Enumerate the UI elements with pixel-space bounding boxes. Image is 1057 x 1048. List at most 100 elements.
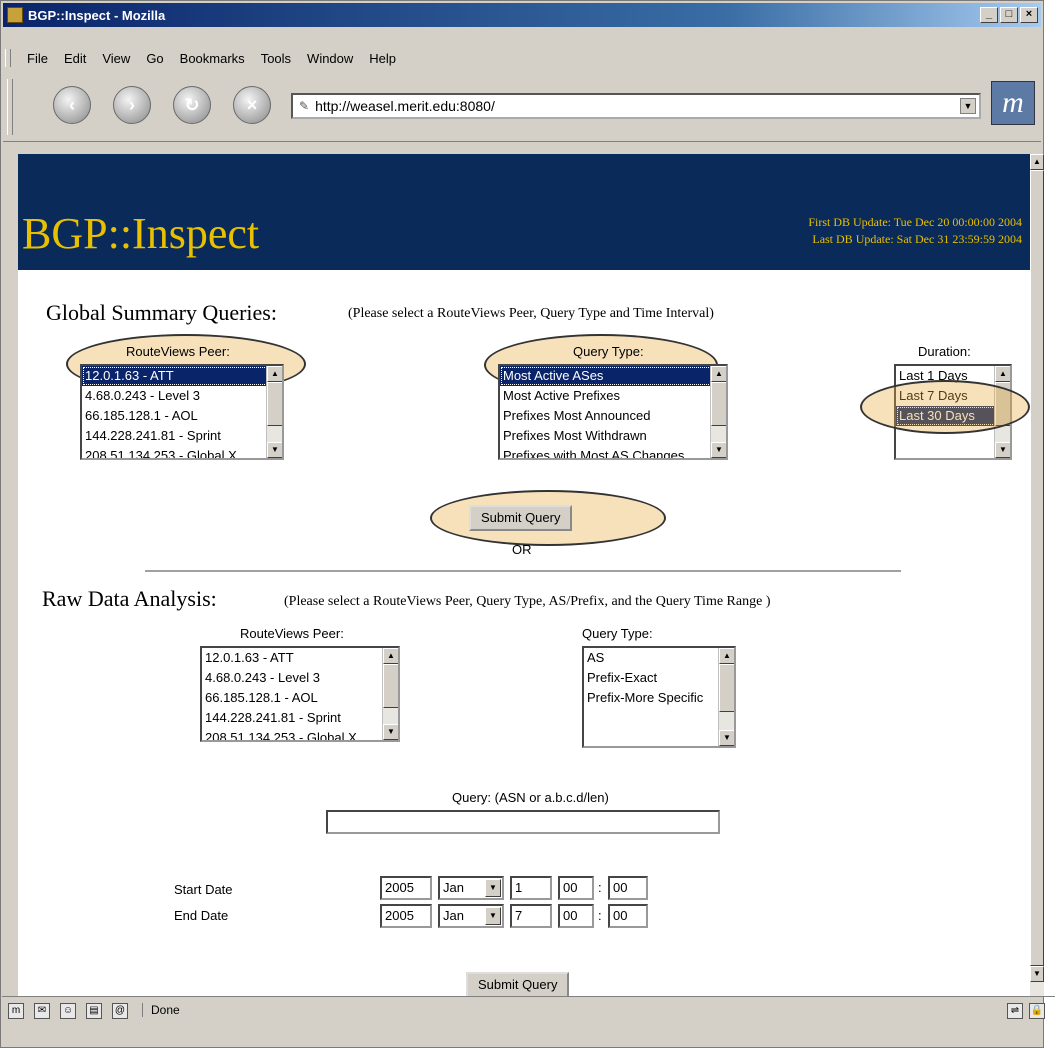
start-year-input[interactable]: 2005 — [380, 876, 432, 900]
global-query-type-list[interactable]: Most Active ASes Most Active Prefixes Pr… — [498, 364, 728, 460]
mozilla-logo[interactable]: m — [991, 81, 1035, 125]
end-month-value: Jan — [443, 908, 464, 923]
scroll-up-icon[interactable]: ▲ — [267, 366, 282, 382]
list-item[interactable]: Prefixes Most Withdrawn — [500, 426, 726, 446]
start-day-input[interactable]: 1 — [510, 876, 552, 900]
menu-bookmarks[interactable]: Bookmarks — [180, 51, 245, 66]
url-dropdown-icon[interactable]: ▼ — [960, 98, 976, 114]
global-peer-label: RouteViews Peer: — [126, 344, 230, 359]
scroll-up-icon[interactable]: ▲ — [383, 648, 398, 664]
raw-submit-button[interactable]: Submit Query — [466, 972, 570, 996]
end-minute-input[interactable]: 00 — [608, 904, 648, 928]
raw-query-type-list[interactable]: AS Prefix-Exact Prefix-More Specific ▲ ▼ — [582, 646, 736, 748]
global-peer-list[interactable]: 12.0.1.63 - ATT 4.68.0.243 - Level 3 66.… — [80, 364, 284, 460]
raw-analysis-note: (Please select a RouteViews Peer, Query … — [284, 594, 771, 609]
list-item[interactable]: Most Active Prefixes — [500, 386, 726, 406]
raw-peer-list[interactable]: 12.0.1.63 - ATT 4.68.0.243 - Level 3 66.… — [200, 646, 400, 742]
list-item[interactable]: 208.51.134.253 - Global X — [82, 446, 282, 458]
mail-icon[interactable]: ✉ — [34, 1003, 50, 1019]
list-item[interactable]: Prefix-Exact — [584, 668, 734, 688]
status-bar: m ✉ ☺ ▤ @ Done ⇌ 🔒 — [2, 996, 1055, 1046]
tab-strip — [3, 141, 1041, 155]
start-month-select[interactable]: Jan ▼ — [438, 876, 504, 900]
end-day-input[interactable]: 7 — [510, 904, 552, 928]
reload-button[interactable]: ↻ — [173, 86, 211, 124]
start-hour-input[interactable]: 00 — [558, 876, 594, 900]
scrollbar[interactable]: ▲ ▼ — [382, 648, 398, 740]
end-hour-input[interactable]: 00 — [558, 904, 594, 928]
list-item[interactable]: Prefixes Most Announced — [500, 406, 726, 426]
back-button[interactable]: ‹ — [53, 86, 91, 124]
global-submit-button[interactable]: Submit Query — [469, 505, 573, 531]
chat-icon[interactable]: ☺ — [60, 1003, 76, 1019]
scroll-up-icon[interactable]: ▲ — [1030, 154, 1044, 170]
menu-edit[interactable]: Edit — [64, 51, 86, 66]
scrollbar[interactable]: ▲ ▼ — [718, 648, 734, 746]
global-query-type-label: Query Type: — [573, 344, 644, 359]
list-item[interactable]: AS — [584, 648, 734, 668]
scrollbar[interactable]: ▲ ▼ — [710, 366, 726, 458]
scroll-up-icon[interactable]: ▲ — [719, 648, 734, 664]
list-item[interactable]: 144.228.241.81 - Sprint — [202, 708, 398, 728]
scroll-down-icon[interactable]: ▼ — [267, 442, 282, 458]
dropdown-arrow-icon[interactable]: ▼ — [485, 907, 501, 925]
site-banner: BGP::Inspect First DB Update: Tue Dec 20… — [18, 154, 1030, 270]
scrollbar[interactable]: ▲ ▼ — [266, 366, 282, 458]
close-button[interactable]: × — [1020, 7, 1038, 23]
list-item[interactable]: 4.68.0.243 - Level 3 — [202, 668, 398, 688]
navigator-icon[interactable]: m — [8, 1003, 24, 1019]
menu-view[interactable]: View — [102, 51, 130, 66]
scroll-down-icon[interactable]: ▼ — [711, 442, 726, 458]
list-item[interactable]: 66.185.128.1 - AOL — [82, 406, 282, 426]
list-item[interactable]: Prefix-More Specific — [584, 688, 734, 708]
address-book-icon[interactable]: @ — [112, 1003, 128, 1019]
scroll-thumb[interactable] — [267, 382, 282, 426]
url-bar[interactable]: ✎ http://weasel.merit.edu:8080/ ▼ — [291, 93, 981, 119]
page-scrollbar[interactable]: ▲ ▼ — [1030, 154, 1044, 996]
online-status-icon[interactable]: ⇌ — [1007, 1003, 1023, 1019]
site-title: BGP::Inspect — [22, 209, 260, 258]
scroll-down-icon[interactable]: ▼ — [1030, 966, 1044, 982]
stop-button[interactable]: × — [233, 86, 271, 124]
status-text: Done — [142, 1003, 180, 1017]
end-date-label: End Date — [174, 908, 229, 923]
end-month-select[interactable]: Jan ▼ — [438, 904, 504, 928]
scroll-down-icon[interactable]: ▼ — [383, 724, 398, 740]
menu-window[interactable]: Window — [307, 51, 353, 66]
scroll-up-icon[interactable]: ▲ — [711, 366, 726, 382]
scroll-down-icon[interactable]: ▼ — [719, 730, 734, 746]
list-item[interactable]: 12.0.1.63 - ATT — [202, 648, 398, 668]
window-title: BGP::Inspect - Mozilla — [28, 7, 166, 23]
list-item[interactable]: Most Active ASes — [500, 366, 726, 386]
mozilla-icon — [7, 7, 23, 23]
raw-query-type-label: Query Type: — [582, 626, 653, 641]
scroll-thumb[interactable] — [383, 664, 398, 708]
list-item[interactable]: 12.0.1.63 - ATT — [82, 366, 282, 386]
minimize-button[interactable]: _ — [980, 7, 998, 23]
list-item[interactable]: Prefixes with Most AS Changes — [500, 446, 726, 458]
start-month-value: Jan — [443, 880, 464, 895]
list-item[interactable]: 4.68.0.243 - Level 3 — [82, 386, 282, 406]
list-item[interactable]: 208.51.134.253 - Global X — [202, 728, 398, 740]
start-minute-input[interactable]: 00 — [608, 876, 648, 900]
menu-tools[interactable]: Tools — [261, 51, 291, 66]
dropdown-arrow-icon[interactable]: ▼ — [485, 879, 501, 897]
url-text[interactable]: http://weasel.merit.edu:8080/ — [315, 98, 495, 114]
list-item[interactable]: 144.228.241.81 - Sprint — [82, 426, 282, 446]
list-item[interactable]: 66.185.128.1 - AOL — [202, 688, 398, 708]
scroll-thumb[interactable] — [719, 664, 734, 712]
menu-help[interactable]: Help — [369, 51, 396, 66]
maximize-button[interactable]: □ — [1000, 7, 1018, 23]
scroll-up-icon[interactable]: ▲ — [995, 366, 1010, 382]
menu-file[interactable]: File — [27, 51, 48, 66]
toolbar-grip[interactable] — [7, 79, 13, 135]
composer-icon[interactable]: ▤ — [86, 1003, 102, 1019]
scroll-thumb[interactable] — [1030, 170, 1044, 966]
or-label: OR — [512, 542, 532, 557]
forward-button[interactable]: › — [113, 86, 151, 124]
menu-go[interactable]: Go — [146, 51, 163, 66]
scroll-down-icon[interactable]: ▼ — [995, 442, 1010, 458]
end-year-input[interactable]: 2005 — [380, 904, 432, 928]
query-input[interactable] — [326, 810, 720, 834]
scroll-thumb[interactable] — [711, 382, 726, 426]
